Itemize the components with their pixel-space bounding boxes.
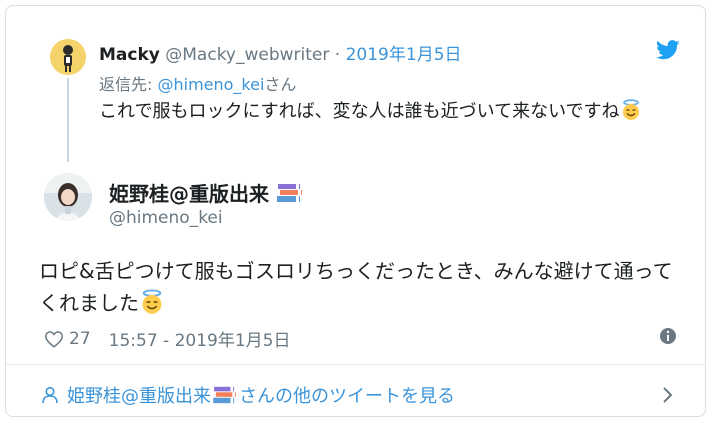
info-icon[interactable] [659,327,677,345]
more-tweets-author: 姫野桂@重版出来 [67,386,211,407]
reply-mention-link[interactable]: @himeno_kei [157,75,264,94]
parent-author-name[interactable]: Macky [99,45,160,65]
books-icon [213,386,236,404]
parent-avatar-image [50,39,86,75]
tweet-text-body: ロピ&舌ピつけて服もゴスロリちっくだったとき、みんな避けて通ってくれました [39,259,673,315]
author-avatar[interactable] [44,173,92,221]
reply-prefix: 返信先: [99,75,158,94]
twitter-bird-icon[interactable] [656,39,680,61]
author-display-name[interactable]: 姫野桂@重版出来 [109,178,304,207]
parent-author-handle[interactable]: @Macky_webwriter [165,45,329,65]
header-separator: · [334,45,346,65]
heart-icon[interactable] [44,330,64,348]
footer-divider [6,364,705,365]
reply-suffix: さん [264,75,297,94]
tweet-text: ロピ&舌ピつけて服もゴスロリちっくだったとき、みんな避けて通ってくれました [39,255,689,319]
parent-tweet-text: これで服もロックにすれば、変な人は誰も近づいて来ないですね [99,98,659,125]
tweet-timestamp-link[interactable]: 15:57 - 2019年1月5日 [109,326,291,351]
parent-date-link[interactable]: 2019年1月5日 [346,45,462,65]
author-handle[interactable]: @himeno_kei [109,208,223,228]
parent-text-body: これで服もロックにすれば、変な人は誰も近づいて来ないですね [99,101,620,122]
more-tweets-label: さんの他のツイートを見る [239,386,455,407]
reply-context: 返信先: @himeno_keiさん [99,71,296,95]
more-tweets-link[interactable]: 姫野桂@重版出来 さんの他のツイートを見る [41,382,455,408]
chevron-right-icon[interactable] [662,386,674,404]
books-icon [276,184,302,202]
thread-connector-line [67,78,69,162]
smiling-face-with-halo-icon [142,289,162,314]
parent-header: Macky @Macky_webwriter · 2019年1月5日 [99,40,462,65]
tweet-meta: 27 15:57 - 2019年1月5日 [44,326,290,351]
embedded-tweet-card: Macky @Macky_webwriter · 2019年1月5日 返信先: … [5,5,706,417]
parent-avatar[interactable] [50,39,86,75]
smiling-face-with-halo-icon [622,99,639,120]
author-avatar-image [44,173,92,221]
author-name-text: 姫野桂@重版出来 [109,182,269,206]
like-count[interactable]: 27 [69,329,91,349]
person-icon [42,386,58,404]
